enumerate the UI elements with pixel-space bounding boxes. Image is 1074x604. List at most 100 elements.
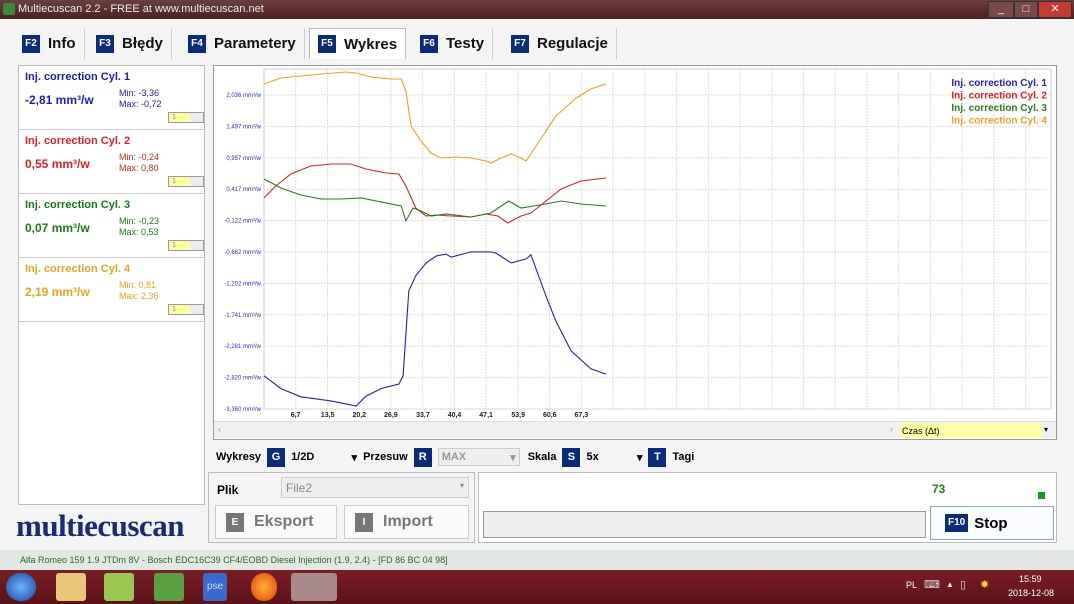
legend-entry: Inj. correction Cyl. 4 <box>951 116 1047 127</box>
chevron-down-icon: ▾ <box>459 481 464 490</box>
param-value: 0,07 mm³/w <box>25 221 90 235</box>
param-value: 2,19 mm³/w <box>25 285 90 299</box>
param-name: Inj. correction Cyl. 2 <box>25 135 131 147</box>
file-select[interactable]: File2 ▾ <box>281 477 469 498</box>
line-chart: 2,036 mm³/w 1,497 mm³/w 0,957 mm³/w 0,417 m… <box>224 68 1052 419</box>
przesuw-select[interactable]: MAX ▾ <box>437 448 520 466</box>
tab-label: Wykres <box>344 35 398 53</box>
clock-time[interactable]: 15:59 <box>1019 574 1042 584</box>
import-label: Import <box>383 513 433 530</box>
przesuw-value: MAX <box>441 451 467 463</box>
file-value: File2 <box>286 481 313 495</box>
param-name: Inj. correction Cyl. 1 <box>25 71 131 83</box>
tab-regulacje[interactable]: F7 Regulacje <box>503 28 617 59</box>
tab-wykres[interactable]: F5 Wykres <box>309 28 407 59</box>
f5-key: F5 <box>318 35 336 53</box>
chevron-down-icon: ▾ <box>351 451 358 464</box>
export-button[interactable]: E Eksport <box>215 505 337 539</box>
skala-label: Skala <box>527 451 557 463</box>
chart-panel: 2,036 mm³/w 1,497 mm³/w 0,957 mm³/w 0,417 m… <box>213 65 1057 440</box>
language-indicator[interactable]: PL <box>906 580 917 590</box>
clock-date[interactable]: 2018-12-08 <box>1008 588 1054 598</box>
x-tick-label: 13,5 <box>321 412 335 419</box>
x-tick-label: 67,3 <box>575 412 589 419</box>
x-tick-label: 6,7 <box>291 412 301 419</box>
tab-label: Regulacje <box>537 35 608 52</box>
x-tick-label: 53,9 <box>511 412 525 419</box>
y-tick-label: -2,281 mm³/w <box>224 344 261 350</box>
scroll-right-arrow[interactable]: › <box>890 424 893 434</box>
axis-select[interactable]: 1 <box>168 240 204 251</box>
explorer-icon[interactable] <box>56 573 86 601</box>
scroll-left-arrow[interactable]: ‹ <box>218 424 221 434</box>
progress-bar <box>483 511 926 538</box>
legend-entry: Inj. correction Cyl. 3 <box>951 103 1047 114</box>
chevron-down-icon: ▾ <box>510 451 516 464</box>
firefox-icon[interactable] <box>251 573 277 601</box>
import-button[interactable]: I Import <box>344 505 469 539</box>
skala-value: 5x <box>586 451 599 463</box>
file-label: Plik <box>217 483 239 497</box>
tab-label: Parametery <box>214 35 296 52</box>
axis-select[interactable]: 1 <box>168 304 204 315</box>
e-key: E <box>226 512 244 532</box>
power-icon[interactable]: ✸ <box>980 578 989 591</box>
x-tick-label: 47,1 <box>479 412 493 419</box>
chevron-down-icon[interactable]: ▾ <box>1044 425 1048 434</box>
taskbar: pse PL ⌨ ▲ ▯ ✸ 15:59 2018-12-08 <box>0 570 1074 604</box>
tab-info[interactable]: F2 Info <box>14 28 85 59</box>
stop-label: Stop <box>974 514 1008 532</box>
param-max: Max: 2,36 <box>119 291 159 301</box>
wykresy-select[interactable]: 1/2D ▾ <box>291 451 357 464</box>
param-min: Min: 0,81 <box>119 280 157 290</box>
param-min: Min: -0,24 <box>119 152 160 162</box>
corel-icon[interactable] <box>104 573 134 601</box>
stop-button[interactable]: F10 Stop <box>930 506 1054 540</box>
t-key: T <box>648 447 667 467</box>
x-tick-label: 26,9 <box>384 412 398 419</box>
tab-testy[interactable]: F6 Testy <box>412 28 494 59</box>
tab-bledy[interactable]: F3 Błędy <box>88 28 172 59</box>
status-indicator <box>1038 492 1045 499</box>
coreldraw-icon[interactable] <box>154 573 184 601</box>
multiecuscan-taskbar-icon[interactable] <box>291 573 337 601</box>
g-key: G <box>267 447 286 467</box>
tagi-button[interactable]: Tagi <box>672 451 694 463</box>
close-button[interactable]: ✕ <box>1038 1 1072 18</box>
param-max: Max: 0,80 <box>119 163 159 173</box>
tray-expand-icon[interactable]: ▲ <box>946 580 954 589</box>
axis-select[interactable]: 1 <box>168 112 204 123</box>
start-button[interactable] <box>6 573 36 601</box>
f3-key: F3 <box>96 34 114 53</box>
param-max: Max: 0,53 <box>119 227 159 237</box>
legend-entry: Inj. correction Cyl. 1 <box>951 78 1047 89</box>
i-key: I <box>355 512 373 532</box>
y-tick-label: 0,957 mm³/w <box>226 156 261 162</box>
tab-label: Błędy <box>122 35 163 52</box>
x-tick-label: 20,2 <box>352 412 366 419</box>
title-bar: Multiecuscan 2.2 - FREE at www.multiecus… <box>0 0 1074 19</box>
tab-label: Testy <box>446 35 485 52</box>
export-label: Eksport <box>254 513 314 530</box>
y-tick-label: -0,122 mm³/w <box>224 219 261 225</box>
chart-scrollbar[interactable]: ‹ › Czas (Δt) ▾ <box>214 421 1056 438</box>
x-tick-label: 40,4 <box>448 412 462 419</box>
maximize-button[interactable]: □ <box>1014 1 1038 18</box>
cylinder-3-card: Inj. correction Cyl. 3 0,07 mm³/w Min: -… <box>19 194 204 258</box>
przesuw-label: Przesuw <box>363 451 408 463</box>
y-tick-label: -3,360 mm³/w <box>224 407 261 413</box>
y-tick-label: 0,417 mm³/w <box>226 187 261 193</box>
minimize-button[interactable]: _ <box>988 1 1014 18</box>
skala-select[interactable]: 5x ▾ <box>586 451 642 464</box>
status-bar: Alfa Romeo 159 1.9 JTDm 8V - Bosch EDC16… <box>0 550 1074 570</box>
axis-select[interactable]: 1 <box>168 176 204 187</box>
photoshop-elements-icon[interactable]: pse <box>203 573 227 601</box>
x-axis-select[interactable]: Czas (Δt) <box>900 423 1042 438</box>
f7-key: F7 <box>511 34 529 53</box>
file-panel: Plik File2 ▾ E Eksport I Import <box>208 472 475 543</box>
keyboard-icon[interactable]: ⌨ <box>924 578 940 591</box>
parameter-panel: Inj. correction Cyl. 1 -2,81 mm³/w Min: … <box>18 65 205 505</box>
tab-parametery[interactable]: F4 Parametery <box>180 28 305 59</box>
r-key: R <box>413 447 432 467</box>
network-icon[interactable]: ▯ <box>960 578 966 591</box>
